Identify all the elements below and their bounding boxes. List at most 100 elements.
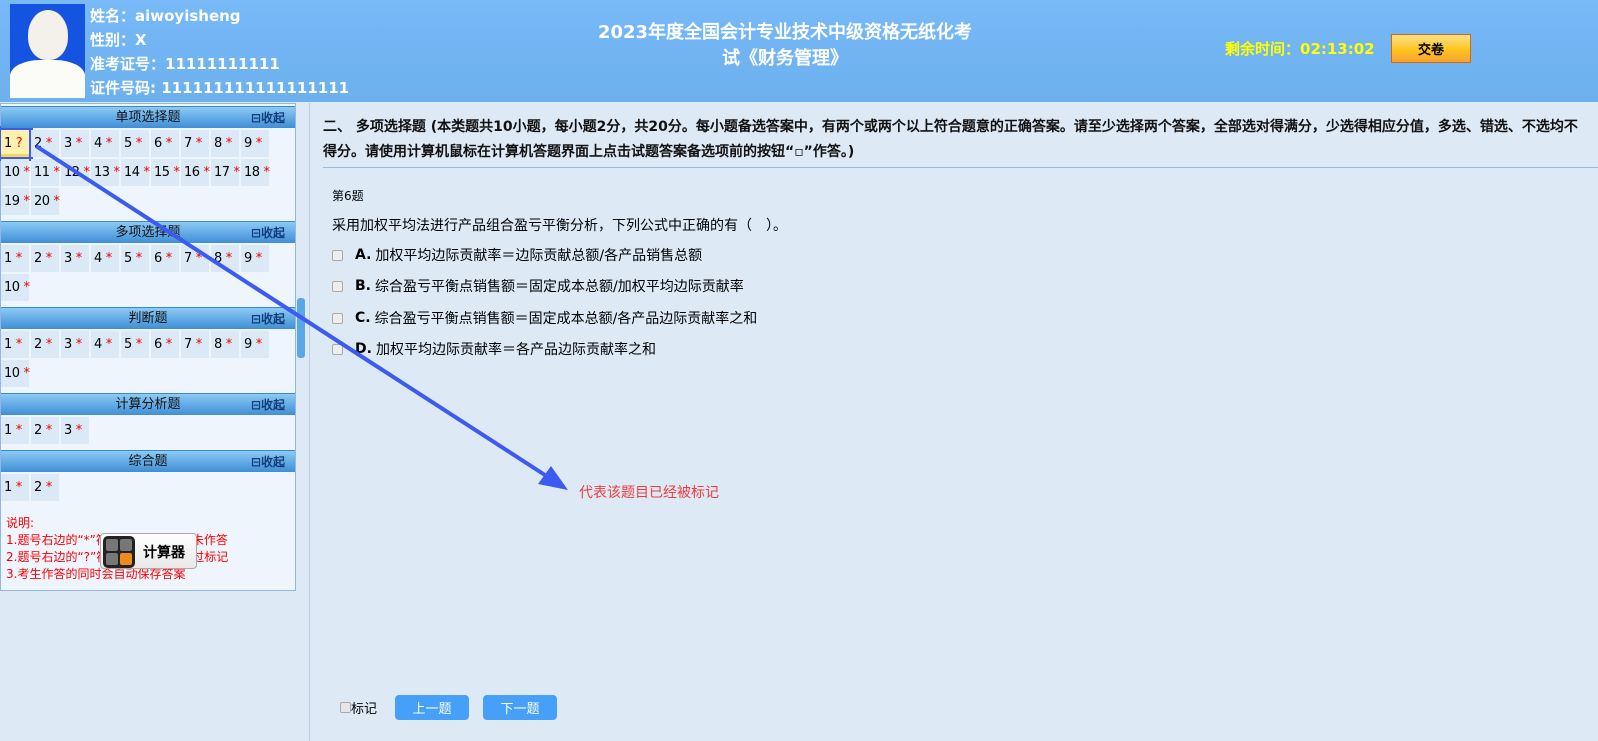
question-cell[interactable]: 4 * — [91, 331, 119, 358]
question-cell[interactable]: 7 * — [181, 331, 209, 358]
question-cell[interactable]: 6 * — [151, 245, 179, 272]
status-marker: * — [105, 251, 113, 266]
question-number: 10 — [4, 165, 20, 180]
question-cell[interactable]: 2 * — [31, 417, 59, 444]
mark-checkbox[interactable] — [340, 702, 351, 713]
section-header: 多项选择题 ⊟收起 — [1, 221, 295, 243]
scrollbar-thumb[interactable] — [297, 298, 305, 358]
question-number: 10 — [4, 280, 20, 295]
question-cell[interactable]: 1 * — [1, 245, 29, 272]
collapse-button[interactable]: ⊟收起 — [251, 308, 285, 330]
option-text: 综合盈亏平衡点销售额＝固定成本总额/加权平均边际贡献率 — [375, 279, 744, 295]
status-marker: * — [263, 165, 271, 180]
question-cell[interactable]: 20 * — [31, 188, 61, 215]
question-cell[interactable]: 1 * — [1, 417, 29, 444]
remaining-time: 剩余时间：02:13:02 — [1225, 40, 1375, 58]
collapse-button[interactable]: ⊟收起 — [251, 394, 285, 416]
option-b[interactable]: B. 综合盈亏平衡点销售额＝固定成本总额/加权平均边际贡献率 — [332, 276, 744, 296]
question-cell[interactable]: 19 * — [1, 188, 30, 215]
candidate-id-no: 证件号码: 111111111111111111 — [90, 79, 350, 97]
question-cell[interactable]: 15 * — [151, 159, 180, 186]
question-cell[interactable]: 13 * — [91, 159, 120, 186]
question-cell[interactable]: 8 * — [211, 245, 239, 272]
option-c[interactable]: C. 综合盈亏平衡点销售额＝固定成本总额/各产品边际贡献率之和 — [332, 308, 757, 328]
question-number: 6 — [154, 251, 162, 266]
question-cell[interactable]: 12 * — [61, 159, 90, 186]
question-cell[interactable]: 3 * — [61, 245, 89, 272]
question-cell[interactable]: 14 * — [121, 159, 151, 186]
question-cell[interactable]: 17 * — [211, 159, 240, 186]
question-cell[interactable]: 8 * — [211, 130, 239, 157]
option-checkbox[interactable] — [332, 343, 343, 355]
calculator-button[interactable]: 计算器 — [100, 533, 197, 569]
question-cell[interactable]: 9 * — [241, 130, 269, 157]
status-marker: * — [195, 337, 203, 352]
calculator-icon — [103, 536, 135, 568]
option-checkbox[interactable] — [332, 280, 343, 292]
section-title: 综合题 — [128, 454, 168, 469]
question-cell[interactable]: 2 * — [31, 331, 59, 358]
question-grid: 1 * 2 * 3 * 4 * 5 * 6 * 7 * 8 * 9 * 10 * — [1, 329, 295, 391]
question-cell[interactable]: 1 * — [1, 474, 29, 501]
previous-question-button[interactable]: 上一题 — [395, 695, 470, 720]
question-grid: 1 * 2 * 3 * — [1, 415, 295, 448]
question-number: 1 — [4, 480, 12, 495]
question-number: 20 — [34, 194, 50, 209]
question-cell[interactable]: 10 * — [1, 360, 30, 387]
option-d[interactable]: D. 加权平均边际贡献率＝各产品边际贡献率之和 — [332, 339, 656, 359]
option-checkbox[interactable] — [332, 312, 343, 324]
question-cell[interactable]: 5 * — [121, 245, 149, 272]
candidate-gender: 性别：X — [90, 31, 147, 49]
next-question-button[interactable]: 下一题 — [483, 695, 558, 720]
question-cell[interactable]: 18 * — [241, 159, 271, 186]
question-cell[interactable]: 3 * — [61, 130, 89, 157]
question-cell[interactable]: 3 * — [61, 331, 89, 358]
question-cell[interactable]: 6 * — [151, 130, 179, 157]
submit-exam-button[interactable]: 交卷 — [1391, 34, 1471, 63]
option-a[interactable]: A. 加权平均边际贡献率＝边际贡献总额/各产品销售总额 — [332, 245, 702, 265]
question-cell[interactable]: 1? — [0, 126, 33, 161]
question-cell[interactable]: 2 * — [31, 245, 59, 272]
collapse-button[interactable]: ⊟收起 — [251, 107, 285, 129]
question-cell[interactable]: 9 * — [241, 331, 269, 358]
option-checkbox[interactable] — [332, 249, 343, 261]
question-cell[interactable]: 9 * — [241, 245, 269, 272]
question-cell[interactable]: 7 * — [181, 245, 209, 272]
question-number: 4 — [94, 251, 102, 266]
status-marker: * — [255, 136, 263, 151]
question-cell[interactable]: 5 * — [121, 331, 149, 358]
status-marker: * — [23, 280, 31, 295]
status-marker: * — [53, 194, 61, 209]
collapse-button[interactable]: ⊟收起 — [251, 451, 285, 473]
header: 姓名：aiwoyisheng 性别：X 准考证号：11111111111 证件号… — [0, 0, 1598, 102]
question-number: 2 — [34, 337, 42, 352]
collapse-button[interactable]: ⊟收起 — [251, 222, 285, 244]
question-number: 7 — [184, 136, 192, 151]
question-cell[interactable]: 3 * — [61, 417, 89, 444]
status-marker: * — [195, 251, 203, 266]
question-cell[interactable]: 10 * — [1, 159, 30, 186]
question-number: 12 — [64, 165, 80, 180]
question-cell[interactable]: 4 * — [91, 245, 119, 272]
status-marker: * — [143, 165, 151, 180]
question-number: 9 — [244, 337, 252, 352]
question-cell[interactable]: 2 * — [31, 130, 59, 157]
question-number: 5 — [124, 251, 132, 266]
question-cell[interactable]: 10 * — [1, 274, 31, 301]
question-cell[interactable]: 4 * — [91, 130, 119, 157]
status-marker: * — [255, 251, 263, 266]
question-cell[interactable]: 7 * — [181, 130, 209, 157]
option-key: A. — [355, 247, 372, 263]
question-cell[interactable]: 16 * — [181, 159, 210, 186]
status-marker: * — [15, 337, 23, 352]
question-cell[interactable]: 2 * — [31, 474, 59, 501]
question-cell[interactable]: 6 * — [151, 331, 179, 358]
question-number: 13 — [94, 165, 110, 180]
status-marker: * — [225, 337, 233, 352]
candidate-name: 姓名：aiwoyisheng — [90, 7, 241, 25]
question-cell[interactable]: 1 * — [1, 331, 29, 358]
status-marker: * — [15, 251, 23, 266]
question-cell[interactable]: 11 * — [31, 159, 60, 186]
question-cell[interactable]: 5 * — [121, 130, 149, 157]
question-cell[interactable]: 8 * — [211, 331, 239, 358]
